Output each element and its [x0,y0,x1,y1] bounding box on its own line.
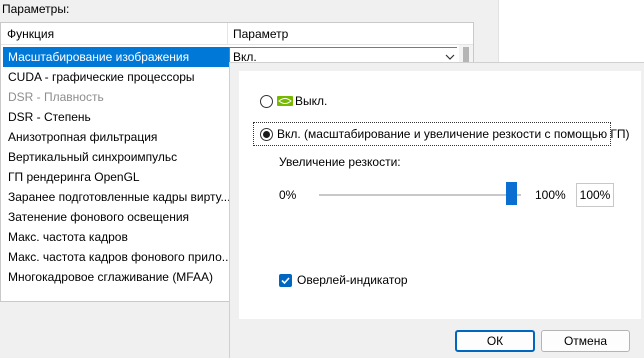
header-function[interactable]: Функция [7,27,54,41]
row-label: Анизотропная фильтрация [8,130,158,144]
row-label: Заранее подготовленные кадры вирту... [8,190,231,204]
radio-on[interactable] [260,128,273,141]
nvidia-logo-icon [277,96,293,106]
scaling-dialog: Выкл. Вкл. (масштабирование и увеличение… [229,62,644,358]
row-label: CUDA - графические процессоры [8,70,195,84]
header-divider [227,23,228,45]
row-label: Макс. частота кадров фонового прило... [8,250,232,264]
check-icon [281,277,290,285]
radio-off[interactable] [260,95,273,108]
sharpness-value-input[interactable]: 100% [576,183,614,207]
table-header: Функция Параметр [1,23,473,45]
options-panel: Выкл. Вкл. (масштабирование и увеличение… [239,71,641,319]
option-on-label[interactable]: Вкл. (масштабирование и увеличение резко… [277,127,630,141]
background-panel [498,0,644,62]
option-off-label[interactable]: Выкл. [295,94,327,108]
slider-max-label: 100% [535,188,566,202]
ok-button[interactable]: ОК [455,330,535,352]
row-label: Затенение фонового освещения [8,210,190,224]
overlay-label[interactable]: Оверлей-индикатор [297,273,408,287]
slider-min-label: 0% [279,188,297,202]
params-label: Параметры: [2,2,70,16]
sharpness-slider-track[interactable] [319,194,521,196]
row-label: DSR - Степень [8,110,91,124]
row-label: Многокадровое сглаживание (MFAA) [8,270,213,284]
overlay-checkbox[interactable] [279,274,292,287]
row-label: Масштабирование изображения [8,50,190,64]
row-label: DSR - Плавность [8,90,104,104]
header-param[interactable]: Параметр [233,27,288,41]
sharpness-label: Увеличение резкости: [279,155,401,169]
option-on[interactable]: Вкл. (масштабирование и увеличение резко… [253,122,630,146]
row-label: ГП рендеринга OpenGL [8,170,140,184]
cancel-button[interactable]: Отмена [541,330,630,352]
row-label: Вертикальный синхроимпульс [8,150,178,164]
sharpness-slider-thumb[interactable] [506,182,517,205]
row-label: Макс. частота кадров [8,230,128,244]
